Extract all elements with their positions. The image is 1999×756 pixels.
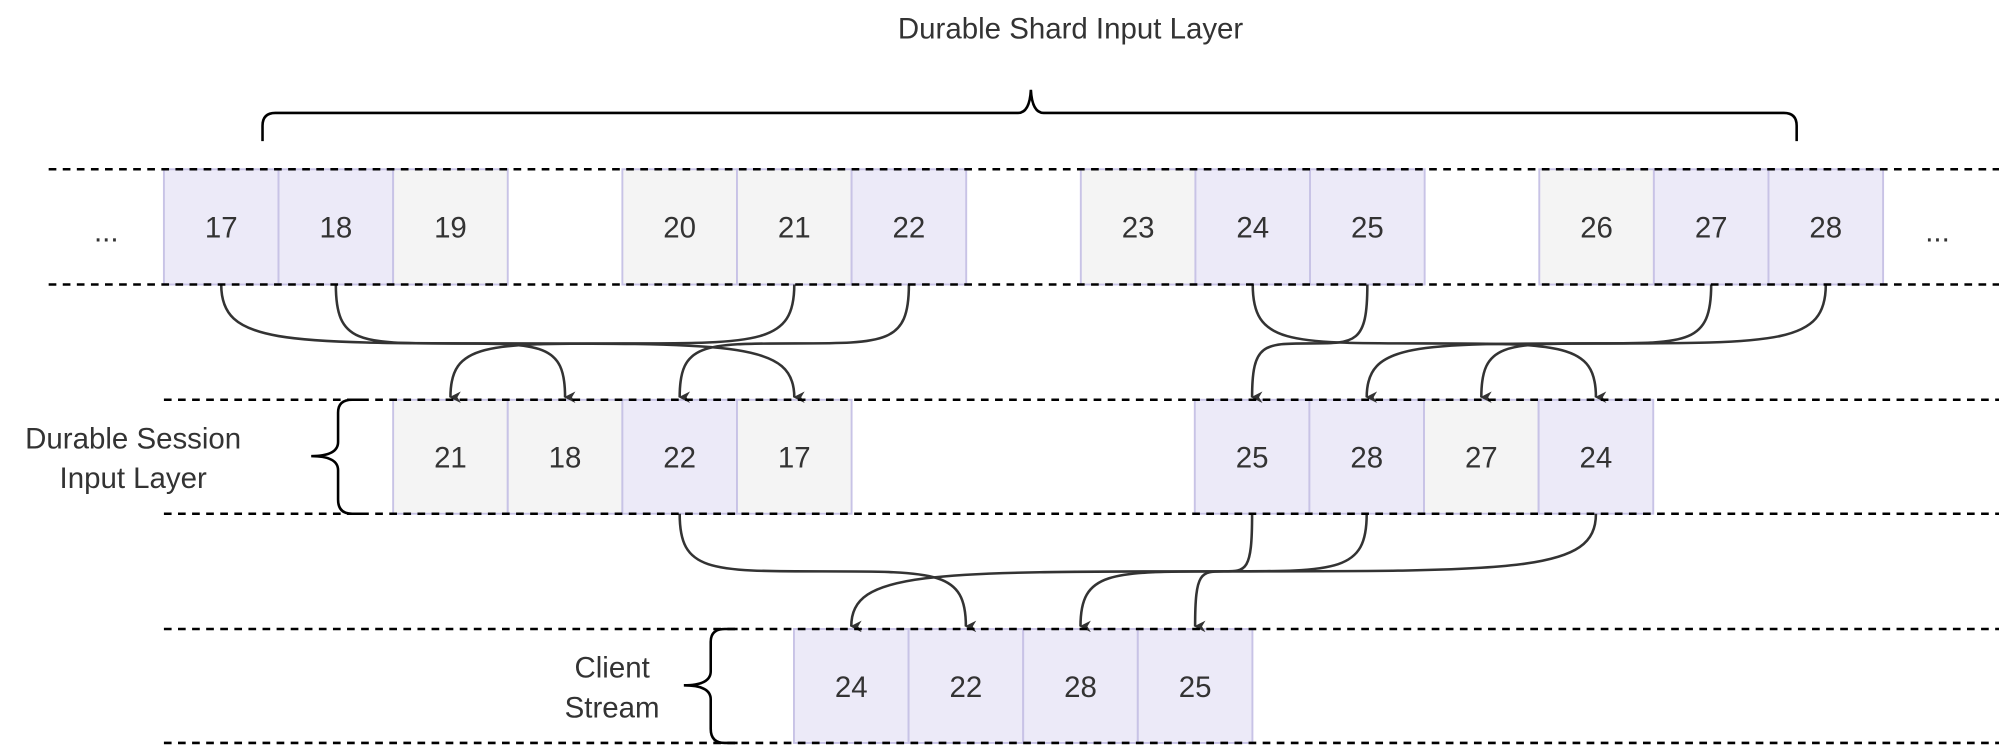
- client-cell-22: 22: [907, 628, 1025, 744]
- session-cell-21: 21: [392, 398, 509, 515]
- client-cell-28-label: 28: [1064, 671, 1097, 704]
- shard-cell-23: 23: [1079, 168, 1197, 286]
- shard-cell-21-label: 21: [778, 212, 811, 245]
- shard-cell-26: 26: [1538, 168, 1655, 286]
- session-cell-22: 22: [621, 398, 738, 515]
- shard-cell-19: 19: [392, 168, 509, 286]
- session-cell-27-label: 27: [1465, 442, 1498, 475]
- shard-cell-27-label: 27: [1695, 212, 1728, 245]
- flow-arrow-shard-24-to-session: [1251, 284, 1607, 403]
- session-layer-title-line1: Durable Session: [25, 422, 241, 455]
- client-cell-24-label: 24: [835, 671, 868, 704]
- client-stream-brace: [683, 627, 738, 745]
- shard-cell-25: 25: [1309, 168, 1426, 286]
- shard-cell-27: 27: [1652, 168, 1770, 286]
- shard-layer-title: Durable Shard Input Layer: [898, 13, 1243, 46]
- flow-arrow-shard-17-to-session: [219, 284, 805, 403]
- client-cell-25-label: 25: [1179, 671, 1212, 704]
- session-cell-17: 17: [736, 398, 853, 515]
- shard-cell-24-label: 24: [1236, 212, 1269, 245]
- session-cell-28: 28: [1308, 398, 1425, 515]
- flow-arrow-session-22-to-client: [678, 513, 977, 633]
- flow-arrow-shard-27-to-session: [1480, 284, 1713, 403]
- shard-ellipsis-left: ...: [94, 216, 119, 249]
- shard-cell-23-label: 23: [1122, 212, 1155, 245]
- session-cell-25: 25: [1193, 398, 1311, 515]
- session-cell-27: 27: [1423, 398, 1540, 515]
- session-cell-21-label: 21: [434, 442, 467, 475]
- session-cell-22-label: 22: [663, 442, 696, 475]
- shard-cell-22: 22: [850, 168, 968, 286]
- shard-cell-28-label: 28: [1809, 212, 1842, 245]
- shard-cell-17: 17: [162, 168, 280, 286]
- client-cell-25: 25: [1136, 628, 1254, 744]
- session-cell-25-label: 25: [1236, 442, 1269, 475]
- client-cell-28: 28: [1022, 628, 1139, 744]
- session-layer-title-line2: Input Layer: [60, 462, 207, 495]
- shard-ellipsis-right: ...: [1925, 216, 1950, 249]
- shard-cell-20-label: 20: [663, 212, 696, 245]
- session-cell-18: 18: [506, 398, 624, 515]
- shard-cell-17-label: 17: [205, 212, 238, 245]
- session-cell-24: 24: [1537, 398, 1655, 515]
- flow-arrow-shard-22-to-session: [678, 284, 911, 403]
- flow-arrow-shard-21-to-session: [449, 284, 796, 403]
- session-cell-17-label: 17: [778, 442, 811, 475]
- flow-arrow-session-24-to-client: [849, 513, 1598, 633]
- session-layer-brace: [311, 398, 365, 516]
- shard-cell-25-label: 25: [1351, 212, 1384, 245]
- flow-arrow-shard-28-to-session: [1365, 284, 1828, 403]
- shard-cell-28: 28: [1767, 168, 1885, 286]
- shard-cell-22-label: 22: [893, 212, 926, 245]
- shard-layer-brace: [261, 89, 1798, 142]
- shard-cell-20: 20: [621, 168, 738, 286]
- client-stream-title-line1: Client: [574, 652, 649, 685]
- client-cell-24: 24: [793, 628, 910, 744]
- session-cell-28-label: 28: [1350, 442, 1383, 475]
- shard-cell-19-label: 19: [434, 212, 467, 245]
- shard-cell-21: 21: [736, 168, 853, 286]
- session-cell-18-label: 18: [549, 442, 582, 475]
- shard-cell-18-label: 18: [319, 212, 352, 245]
- shard-cell-18: 18: [277, 168, 395, 286]
- client-stream-title-line2: Stream: [565, 691, 660, 724]
- shard-cell-26-label: 26: [1580, 212, 1613, 245]
- flow-arrow-shard-18-to-session: [334, 284, 576, 403]
- shard-cell-24: 24: [1194, 168, 1312, 286]
- session-cell-24-label: 24: [1580, 442, 1613, 475]
- shard-session-diagram: Durable Shard Input Layer Durable Sessio…: [25, 13, 1999, 745]
- client-cell-22-label: 22: [950, 671, 983, 704]
